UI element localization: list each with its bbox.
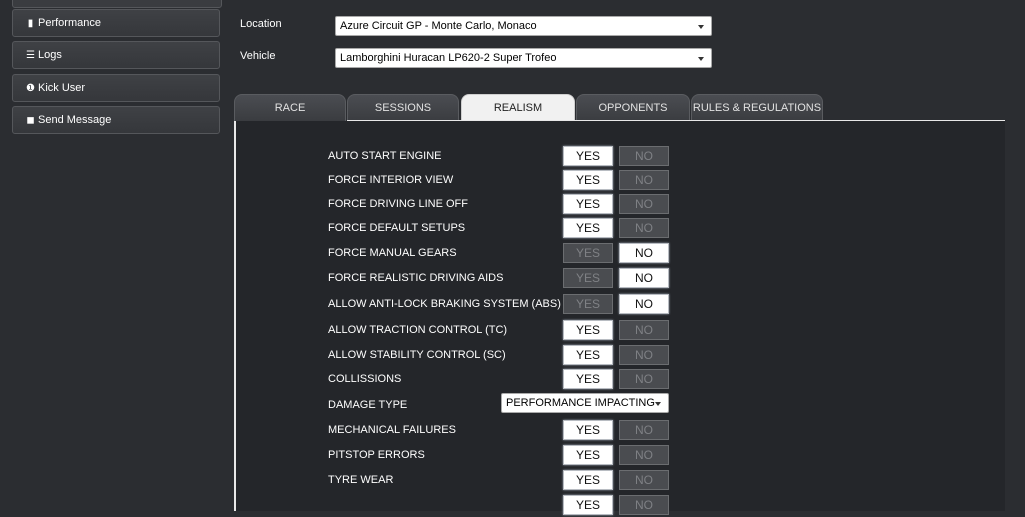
damage-type-select[interactable]: PERFORMANCE IMPACTING [501, 393, 669, 413]
setting-row-damage-type: DAMAGE TYPE PERFORMANCE IMPACTING [236, 393, 936, 417]
setting-label: FORCE MANUAL GEARS [328, 247, 457, 259]
sidebar-item-kick-user[interactable]: ❶ Kick User [12, 74, 220, 102]
setting-row-mechanical-failures: MECHANICAL FAILURES YES NO [236, 420, 936, 442]
sidebar-item-partial[interactable] [12, 0, 222, 8]
tab-sessions[interactable]: SESSIONS [347, 94, 459, 121]
no-button[interactable]: NO [619, 146, 669, 166]
setting-label: ALLOW STABILITY CONTROL (SC) [328, 349, 506, 361]
chevron-down-icon [698, 57, 704, 61]
vehicle-select-value: Lamborghini Huracan LP620-2 Super Trofeo [340, 52, 557, 64]
yes-button[interactable]: YES [563, 218, 613, 238]
sidebar-item-label: Kick User [38, 82, 86, 94]
setting-row-force-realistic-driving-aids: FORCE REALISTIC DRIVING AIDS YES NO [236, 268, 936, 290]
no-button[interactable]: NO [619, 420, 669, 440]
sidebar-item-logs[interactable]: ☰ Logs [12, 41, 220, 69]
setting-row-allow-stability-control-sc: ALLOW STABILITY CONTROL (SC) YES NO [236, 345, 936, 367]
yes-button[interactable]: YES [563, 268, 613, 288]
no-button[interactable]: NO [619, 445, 669, 465]
yes-button[interactable]: YES [563, 170, 613, 190]
yes-button[interactable]: YES [563, 369, 613, 389]
vehicle-label: Vehicle [240, 50, 276, 62]
setting-label: FORCE REALISTIC DRIVING AIDS [328, 272, 504, 284]
setting-row-force-driving-line-off: FORCE DRIVING LINE OFF YES NO [236, 194, 936, 216]
setting-row-auto-start-engine: AUTO START ENGINE YES NO [236, 146, 936, 168]
setting-label: ALLOW TRACTION CONTROL (TC) [328, 324, 508, 336]
no-button[interactable]: NO [619, 268, 669, 288]
setting-row-pitstop-errors: PITSTOP ERRORS YES NO [236, 445, 936, 467]
yes-button[interactable]: YES [563, 294, 613, 314]
no-button[interactable]: NO [619, 218, 669, 238]
setting-label: COLLISSIONS [328, 373, 402, 385]
location-select[interactable]: Azure Circuit GP - Monte Carlo, Monaco [335, 16, 712, 36]
setting-label: ALLOW ANTI-LOCK BRAKING SYSTEM (ABS) [328, 298, 561, 310]
sidebar-item-send-message[interactable]: ◼ Send Message [12, 106, 220, 134]
no-button[interactable]: NO [619, 470, 669, 490]
no-button[interactable]: NO [619, 320, 669, 340]
damage-type-value: PERFORMANCE IMPACTING [506, 397, 655, 409]
setting-label: FORCE DEFAULT SETUPS [328, 222, 466, 234]
setting-row-option: YES NO [236, 495, 936, 517]
no-button[interactable]: NO [619, 369, 669, 389]
setting-label: DAMAGE TYPE [328, 399, 408, 411]
setting-row-force-manual-gears: FORCE MANUAL GEARS YES NO [236, 243, 936, 265]
yes-button[interactable]: YES [563, 470, 613, 490]
location-select-value: Azure Circuit GP - Monte Carlo, Monaco [340, 20, 537, 32]
setting-row-allow-anti-lock-braking-system-abs: ALLOW ANTI-LOCK BRAKING SYSTEM (ABS) YES N… [236, 294, 936, 316]
no-button[interactable]: NO [619, 194, 669, 214]
tab-race[interactable]: RACE [234, 94, 346, 121]
setting-label: PITSTOP ERRORS [328, 449, 425, 461]
location-label: Location [240, 18, 282, 30]
yes-button[interactable]: YES [563, 320, 613, 340]
sidebar-item-label: Send Message [38, 114, 112, 126]
yes-button[interactable]: YES [563, 243, 613, 263]
yes-button[interactable]: YES [563, 495, 613, 515]
sidebar-item-performance[interactable]: ▮ Performance [12, 9, 220, 37]
info-circle-icon: ❶ [26, 83, 35, 94]
setting-label: FORCE INTERIOR VIEW [328, 174, 454, 186]
bar-chart-icon: ▮ [27, 18, 34, 29]
chevron-down-icon [655, 402, 661, 406]
setting-row-tyre-wear: TYRE WEAR YES NO [236, 470, 936, 492]
no-button[interactable]: NO [619, 170, 669, 190]
vehicle-select[interactable]: Lamborghini Huracan LP620-2 Super Trofeo [335, 48, 712, 68]
list-icon: ☰ [26, 50, 35, 61]
realism-panel: AUTO START ENGINE YES NO FORCE INTERIOR VIE… [234, 121, 1005, 515]
setting-label: AUTO START ENGINE [328, 150, 442, 162]
setting-label: FORCE DRIVING LINE OFF [328, 198, 468, 210]
tab-rules-regulations[interactable]: RULES & REGULATIONS [691, 94, 823, 121]
no-button[interactable]: NO [619, 345, 669, 365]
setting-row-allow-traction-control-tc: ALLOW TRACTION CONTROL (TC) YES NO [236, 320, 936, 342]
yes-button[interactable]: YES [563, 445, 613, 465]
sidebar-item-label: Logs [38, 49, 62, 61]
sidebar-item-label: Performance [38, 17, 101, 29]
setting-row-force-interior-view: FORCE INTERIOR VIEW YES NO [236, 170, 936, 192]
message-icon: ◼ [26, 115, 35, 126]
no-button[interactable]: NO [619, 495, 669, 515]
yes-button[interactable]: YES [563, 345, 613, 365]
yes-button[interactable]: YES [563, 420, 613, 440]
chevron-down-icon [698, 25, 704, 29]
sidebar: ▮ Performance ☰ Logs ❶ Kick User ◼ Send Message [0, 0, 228, 500]
yes-button[interactable]: YES [563, 194, 613, 214]
yes-button[interactable]: YES [563, 146, 613, 166]
tab-opponents[interactable]: OPPONENTS [576, 94, 690, 121]
setting-row-collissions: COLLISSIONS YES NO [236, 369, 936, 391]
setting-label: TYRE WEAR [328, 474, 394, 486]
tab-realism[interactable]: REALISM [461, 94, 575, 122]
no-button[interactable]: NO [619, 243, 669, 263]
no-button[interactable]: NO [619, 294, 669, 314]
setting-row-force-default-setups: FORCE DEFAULT SETUPS YES NO [236, 218, 936, 240]
setting-label: MECHANICAL FAILURES [328, 424, 456, 436]
